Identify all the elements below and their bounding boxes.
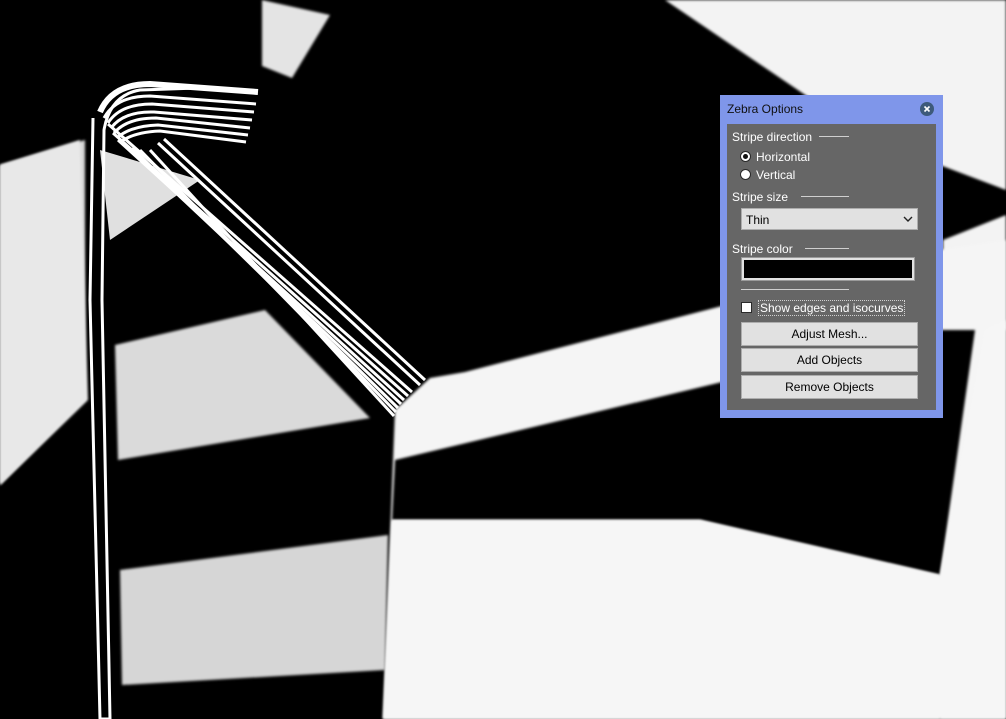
- add-objects-button[interactable]: Add Objects: [741, 348, 918, 372]
- show-edges-checkbox[interactable]: [741, 302, 752, 313]
- zebra-options-panel: Zebra Options Stripe direction Horizonta…: [720, 95, 943, 418]
- panel-titlebar[interactable]: Zebra Options: [720, 95, 943, 123]
- remove-objects-button[interactable]: Remove Objects: [741, 375, 918, 399]
- stripe-size-dropdown[interactable]: Thin: [741, 208, 918, 230]
- stripe-color-label: Stripe color: [732, 242, 793, 256]
- stripe-direction-label: Stripe direction: [732, 130, 813, 144]
- panel-title: Zebra Options: [727, 102, 804, 116]
- radio-button[interactable]: [740, 151, 751, 162]
- chevron-down-icon: [903, 216, 913, 222]
- radio-vertical-label: Vertical: [756, 168, 796, 182]
- section-divider: [819, 136, 849, 137]
- stripe-color-swatch[interactable]: [741, 257, 915, 281]
- section-divider: [801, 196, 849, 197]
- radio-vertical[interactable]: Vertical: [740, 168, 810, 184]
- panel-body: Stripe direction Horizontal Vertical Str…: [727, 124, 936, 410]
- show-edges-label: Show edges and isocurves: [758, 300, 906, 316]
- radio-horizontal[interactable]: Horizontal: [740, 150, 820, 166]
- radio-selected-dot: [743, 154, 748, 159]
- stripe-size-value: Thin: [746, 213, 770, 227]
- section-divider: [741, 289, 849, 290]
- close-icon[interactable]: [920, 102, 934, 116]
- color-swatch-fill: [744, 260, 912, 278]
- radio-button[interactable]: [740, 169, 751, 180]
- section-divider: [805, 248, 849, 249]
- adjust-mesh-button[interactable]: Adjust Mesh...: [741, 322, 918, 346]
- radio-horizontal-label: Horizontal: [756, 150, 811, 164]
- stripe-size-label: Stripe size: [732, 190, 789, 204]
- show-edges-checkbox-row[interactable]: Show edges and isocurves: [741, 300, 906, 316]
